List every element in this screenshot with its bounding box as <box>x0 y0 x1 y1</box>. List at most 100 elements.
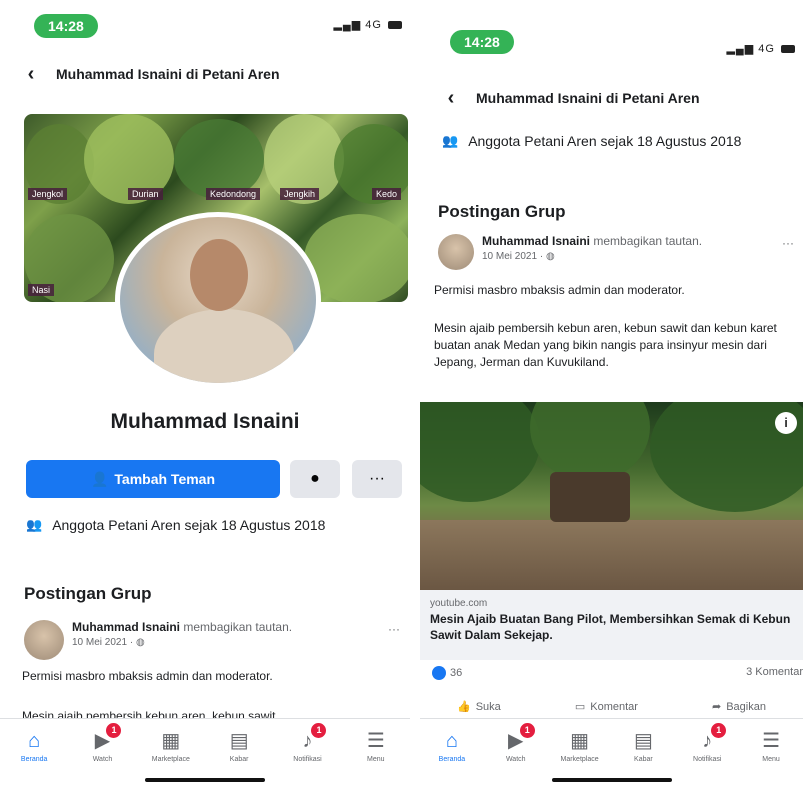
post-actions: 👍 Suka ▭ Komentar ➦ Bagikan <box>420 700 803 714</box>
info-icon[interactable]: i <box>775 412 797 434</box>
status-time: 14:28 <box>450 30 514 54</box>
tab-label: Marketplace <box>560 756 599 763</box>
tab-notifications[interactable]: ♪ 1 Notifikasi <box>675 719 739 786</box>
comment-count[interactable]: 3 Komentar <box>746 666 803 680</box>
share-button[interactable]: ➦ Bagikan <box>711 700 766 714</box>
like-button[interactable]: 👍 Suka <box>457 700 501 714</box>
tree-shape <box>530 402 650 482</box>
tab-label: Marketplace <box>151 756 190 763</box>
tab-home[interactable]: ⌂ Beranda <box>420 719 484 786</box>
post-author-name[interactable]: Muhammad Isnaini <box>482 234 590 248</box>
profile-avatar[interactable] <box>115 212 321 388</box>
tab-marketplace[interactable]: ▦ Marketplace <box>548 719 612 786</box>
news-icon: ▤ <box>633 730 653 752</box>
tab-label: Watch <box>505 756 526 763</box>
menu-icon: ☰ <box>762 730 781 752</box>
tab-label: Beranda <box>20 756 48 763</box>
link-preview[interactable]: youtube.com Mesin Ajaib Buatan Bang Pilo… <box>420 590 803 660</box>
post-action: membagikan tautan. <box>593 234 703 248</box>
more-options-button[interactable]: ··· <box>352 460 402 498</box>
top-bar: ‹ Muhammad Isnaini di Petani Aren <box>0 56 410 92</box>
group-icon: 👥 <box>26 517 43 532</box>
tab-label: Menu <box>762 756 780 763</box>
link-title: Mesin Ajaib Buatan Bang Pilot, Membersih… <box>430 612 791 642</box>
section-title: Postingan Grup <box>438 202 566 221</box>
post-menu-dots-icon[interactable]: ··· <box>782 236 794 250</box>
member-since-text: Anggota Petani Aren sejak 18 Agustus 201… <box>52 517 326 533</box>
top-bar: ‹ Muhammad Isnaini di Petani Aren <box>420 80 803 116</box>
tab-label: Notifikasi <box>693 756 722 763</box>
bottom-tab-bar: ⌂ Beranda ▶ 1 Watch ▦ Marketplace ▤ Kaba… <box>0 718 410 786</box>
tab-watch[interactable]: ▶ 1 Watch <box>68 719 136 786</box>
add-person-icon: 👤 <box>90 470 109 487</box>
status-icons: ▂▄▆ 4G <box>726 42 795 55</box>
post-date[interactable]: 10 Mei 2021 · <box>72 637 136 648</box>
back-arrow-icon[interactable]: ‹ <box>16 63 46 86</box>
share-icon: ➦ <box>711 701 722 713</box>
comment-icon: ▭ <box>574 701 586 713</box>
more-dots-label: ··· <box>369 470 385 487</box>
tab-notifications[interactable]: ♪ 1 Notifikasi <box>273 719 341 786</box>
member-since-text: Anggota Petani Aren sejak 18 Agustus 201… <box>468 133 742 149</box>
cover-tag: Kedondong <box>206 188 261 200</box>
tab-news[interactable]: ▤ Kabar <box>205 719 273 786</box>
post-author-line: Muhammad Isnaini membagikan tautan. <box>72 620 292 635</box>
tab-label: Kabar <box>229 756 249 763</box>
share-label: Bagikan <box>726 700 766 713</box>
profile-name: Muhammad Isnaini <box>110 410 300 433</box>
cover-tag: Kedo <box>372 188 402 200</box>
post-meta: 10 Mei 2021 · ◍ <box>72 637 292 648</box>
post-action: membagikan tautan. <box>183 620 293 634</box>
section-title: Postingan Grup <box>24 584 152 603</box>
battery-icon <box>781 45 795 54</box>
notification-badge: 1 <box>106 723 122 738</box>
tab-menu[interactable]: ☰ Menu <box>739 719 803 786</box>
add-friend-label: Tambah Teman <box>114 471 216 487</box>
tab-marketplace[interactable]: ▦ Marketplace <box>137 719 205 786</box>
news-icon: ▤ <box>229 730 249 752</box>
add-friend-button[interactable]: 👤 Tambah Teman <box>26 460 280 498</box>
home-indicator <box>551 778 672 782</box>
like-count: 36 <box>450 666 463 679</box>
battery-icon <box>388 21 402 30</box>
like-count-area[interactable]: 36 <box>432 666 462 680</box>
notification-badge: 1 <box>311 723 327 738</box>
tab-label: Watch <box>92 756 113 763</box>
menu-icon: ☰ <box>366 730 385 752</box>
tab-label: Menu <box>367 756 385 763</box>
tab-news[interactable]: ▤ Kabar <box>611 719 675 786</box>
notification-badge: 1 <box>519 723 535 738</box>
globe-icon: ◍ <box>545 251 555 262</box>
tab-label: Beranda <box>438 756 466 763</box>
tab-home[interactable]: ⌂ Beranda <box>0 719 68 786</box>
comment-label: Komentar <box>590 700 638 713</box>
post-author-avatar[interactable] <box>438 234 474 270</box>
messenger-button[interactable]: ● <box>290 460 340 498</box>
video-thumbnail[interactable]: i <box>420 402 803 590</box>
comment-button[interactable]: ▭ Komentar <box>574 700 638 714</box>
post-author-name[interactable]: Muhammad Isnaini <box>72 620 180 634</box>
member-since: 👥 Anggota Petani Aren sejak 18 Agustus 2… <box>26 516 396 534</box>
notification-badge: 1 <box>711 723 727 738</box>
post-meta: 10 Mei 2021 · ◍ <box>482 251 702 262</box>
status-icons: ▂▄▆ 4G <box>333 18 402 31</box>
back-arrow-icon[interactable]: ‹ <box>436 87 466 110</box>
thumbs-up-icon: 👍 <box>457 701 471 713</box>
tab-watch[interactable]: ▶ 1 Watch <box>484 719 548 786</box>
post-header: Muhammad Isnaini membagikan tautan. 10 M… <box>24 620 384 660</box>
globe-icon: ◍ <box>135 637 145 648</box>
cover-tag: Jengkol <box>28 188 68 200</box>
page-title: Muhammad Isnaini di Petani Aren <box>476 90 700 106</box>
post-menu-dots-icon[interactable]: ··· <box>388 622 400 636</box>
machine-shape <box>550 472 630 522</box>
post-author-avatar[interactable] <box>24 620 64 660</box>
tab-label: Kabar <box>634 756 653 763</box>
avatar-face <box>190 239 248 311</box>
network-label: 4G <box>365 19 382 31</box>
post-date[interactable]: 10 Mei 2021 · <box>482 251 546 262</box>
post-text-body: Mesin ajaib pembersih kebun aren, kebun … <box>434 321 777 369</box>
link-domain: youtube.com <box>430 598 488 609</box>
tab-menu[interactable]: ☰ Menu <box>342 719 410 786</box>
member-since: 👥 Anggota Petani Aren sejak 18 Agustus 2… <box>442 132 782 150</box>
post-header: Muhammad Isnaini membagikan tautan. 10 M… <box>438 234 778 270</box>
